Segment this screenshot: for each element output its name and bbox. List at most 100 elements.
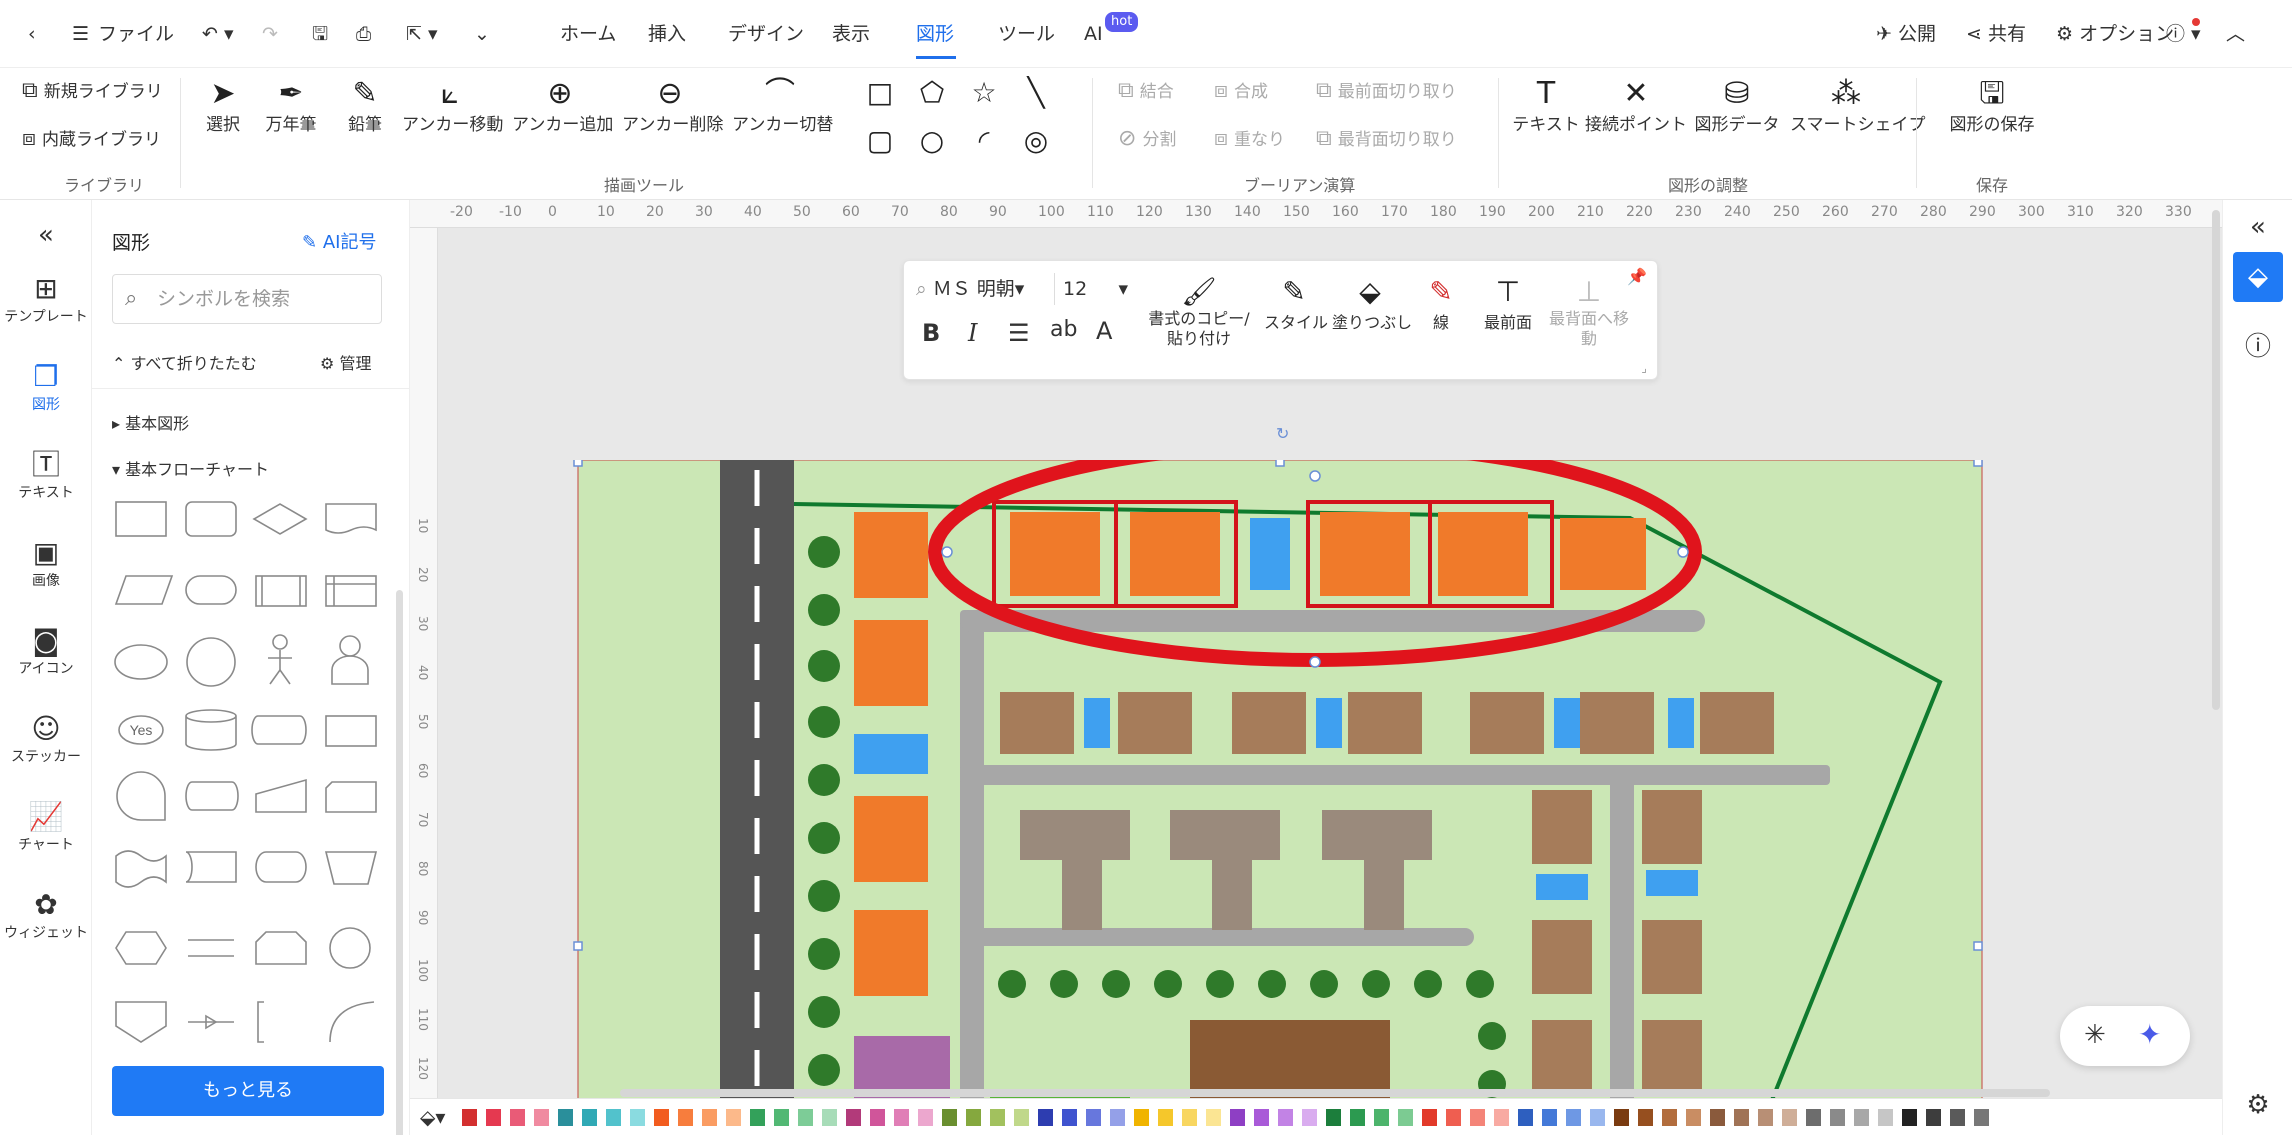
color-swatch[interactable] xyxy=(654,1109,669,1126)
color-swatch[interactable] xyxy=(1638,1109,1653,1126)
color-swatch[interactable] xyxy=(1902,1109,1917,1126)
expand-right-panel-icon[interactable]: « xyxy=(2233,202,2283,252)
color-swatch[interactable] xyxy=(1686,1109,1701,1126)
color-swatch[interactable] xyxy=(870,1109,885,1126)
union-button[interactable]: ⧉ 結合 xyxy=(1118,78,1174,105)
color-swatch[interactable] xyxy=(1662,1109,1677,1126)
color-swatch[interactable] xyxy=(558,1109,573,1126)
tab-shape[interactable]: 図形 xyxy=(916,18,954,50)
rounded-rect-icon[interactable]: ▢ xyxy=(862,124,898,157)
fill-panel-icon[interactable]: ⬙ xyxy=(2233,252,2283,302)
color-swatch[interactable] xyxy=(1302,1109,1317,1126)
color-swatch[interactable] xyxy=(630,1109,645,1126)
tab-ai[interactable]: AI xyxy=(1084,18,1103,50)
new-library-button[interactable]: ⧉ 新規ライブラリ xyxy=(22,78,163,105)
strikethrough-icon[interactable]: ab xyxy=(1050,317,1077,342)
rail-item-shape[interactable]: ❐ 図形 xyxy=(0,360,92,414)
style-button[interactable]: ✎ スタイル xyxy=(1264,275,1328,333)
line-button[interactable]: ✎ 線 xyxy=(1416,275,1466,333)
arc-icon[interactable]: ◜ xyxy=(966,124,1002,157)
connection-point-button[interactable]: ✕ 接続ポイント xyxy=(1584,76,1688,136)
color-swatch[interactable] xyxy=(1062,1109,1077,1126)
color-swatch[interactable] xyxy=(1182,1109,1197,1126)
color-swatch[interactable] xyxy=(1350,1109,1365,1126)
color-swatch[interactable] xyxy=(534,1109,549,1126)
color-swatch[interactable] xyxy=(1110,1109,1125,1126)
rail-item-sticker[interactable]: ☺ ステッカー xyxy=(0,712,92,766)
color-swatch[interactable] xyxy=(1542,1109,1557,1126)
expand-corner-icon[interactable]: ⌟ xyxy=(1641,361,1647,375)
file-menu[interactable]: ファイル xyxy=(98,18,174,50)
library-scrollbar[interactable] xyxy=(396,590,403,1135)
color-swatch[interactable] xyxy=(1086,1109,1101,1126)
color-swatch[interactable] xyxy=(1326,1109,1341,1126)
color-swatch[interactable] xyxy=(846,1109,861,1126)
color-swatch[interactable] xyxy=(702,1109,717,1126)
rail-item-widget[interactable]: ✿ ウィジェット xyxy=(0,888,92,942)
color-swatch[interactable] xyxy=(1014,1109,1029,1126)
color-swatch[interactable] xyxy=(1950,1109,1965,1126)
color-swatch[interactable] xyxy=(1926,1109,1941,1126)
tab-design[interactable]: デザイン xyxy=(728,18,804,50)
front-cut-button[interactable]: ⧉ 最前面切り取り xyxy=(1316,78,1457,105)
category-basic-flowchart[interactable]: ▾ 基本フローチャート xyxy=(112,456,269,480)
color-swatch[interactable] xyxy=(798,1109,813,1126)
redo-icon[interactable]: ↷ xyxy=(262,18,278,50)
shape-data-button[interactable]: ⛁ 図形データ xyxy=(1694,76,1780,136)
color-swatch[interactable] xyxy=(1566,1109,1581,1126)
color-swatch[interactable] xyxy=(822,1109,837,1126)
format-painter-button[interactable]: 🖌 書式のコピー/貼り付け xyxy=(1144,275,1254,349)
italic-icon[interactable]: I xyxy=(968,319,977,347)
share-button[interactable]: ⋖ 共有 xyxy=(1966,18,2026,50)
options-button[interactable]: ⚙ オプション xyxy=(2056,18,2174,50)
color-swatch[interactable] xyxy=(750,1109,765,1126)
publish-button[interactable]: ✈ 公開 xyxy=(1876,18,1936,50)
color-swatch[interactable] xyxy=(774,1109,789,1126)
color-swatch[interactable] xyxy=(1278,1109,1293,1126)
color-swatch[interactable] xyxy=(1158,1109,1173,1126)
font-size-select[interactable]: 12 ▾ xyxy=(1054,273,1134,305)
color-swatch[interactable] xyxy=(1254,1109,1269,1126)
bold-icon[interactable]: B xyxy=(922,319,940,347)
color-swatch[interactable] xyxy=(1878,1109,1893,1126)
more-dropdown-icon[interactable]: ⌄ xyxy=(474,18,490,50)
rotate-handle-icon[interactable]: ↻ xyxy=(1276,424,1289,443)
color-swatch[interactable] xyxy=(1734,1109,1749,1126)
send-back-button[interactable]: ⊥ 最背面へ移動 xyxy=(1544,275,1634,349)
font-family-select[interactable]: ⌕ ＭＳ 明朝▾ xyxy=(916,273,1054,305)
symbol-search-input[interactable]: ⌕ シンボルを検索 xyxy=(112,274,382,324)
text-tool-button[interactable]: T テキスト xyxy=(1506,76,1586,136)
ai-symbol-button[interactable]: ✎ AI記号 xyxy=(302,228,376,254)
site-plan-drawing[interactable] xyxy=(570,460,1992,1105)
print-icon[interactable]: ⎙ xyxy=(356,18,371,50)
save-icon[interactable]: 🖫 xyxy=(312,18,328,50)
ai-star-icon[interactable]: ✦ xyxy=(2138,1018,2161,1051)
undo-icon[interactable]: ↶ ▾ xyxy=(202,18,234,50)
overlap-button[interactable]: ⧈ 重なり xyxy=(1214,126,1285,153)
color-swatch[interactable] xyxy=(1134,1109,1149,1126)
sparkle-icon[interactable]: ✳ xyxy=(2084,1020,2106,1050)
color-swatch[interactable] xyxy=(1470,1109,1485,1126)
rail-item-icon[interactable]: ◙ アイコン xyxy=(0,624,92,678)
color-swatch[interactable] xyxy=(1782,1109,1797,1126)
color-swatch[interactable] xyxy=(462,1109,477,1126)
color-swatch[interactable] xyxy=(918,1109,933,1126)
color-swatch[interactable] xyxy=(1758,1109,1773,1126)
smart-shape-button[interactable]: ⁂ スマートシェイプ xyxy=(1790,76,1926,136)
spiral-icon[interactable]: ◎ xyxy=(1018,124,1054,157)
color-swatch[interactable] xyxy=(1038,1109,1053,1126)
color-swatch[interactable] xyxy=(1422,1109,1437,1126)
align-icon[interactable]: ☰ xyxy=(1008,319,1030,347)
color-swatch[interactable] xyxy=(678,1109,693,1126)
canvas-vertical-scrollbar[interactable] xyxy=(2212,210,2220,710)
category-basic-shapes[interactable]: ▸ 基本図形 xyxy=(112,410,189,434)
rectangle-icon[interactable]: □ xyxy=(862,76,898,109)
pen-tool-button[interactable]: ✒ 万年筆 xyxy=(258,76,324,136)
more-shapes-button[interactable]: もっと見る xyxy=(112,1066,384,1116)
color-swatch[interactable] xyxy=(894,1109,909,1126)
canvas-horizontal-scrollbar[interactable] xyxy=(620,1089,2050,1097)
color-swatch[interactable] xyxy=(1854,1109,1869,1126)
pin-icon[interactable]: 📌 xyxy=(1627,267,1647,286)
color-swatch[interactable] xyxy=(966,1109,981,1126)
tab-insert[interactable]: 挿入 xyxy=(648,18,686,50)
